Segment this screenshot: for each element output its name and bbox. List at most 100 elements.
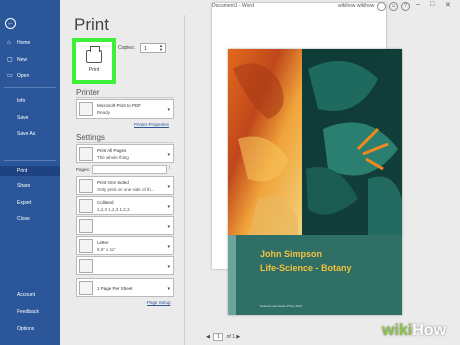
- orientation-icon: [79, 219, 93, 233]
- pages-per-sheet-dropdown[interactable]: 1 Page Per Sheet ▾: [76, 278, 174, 297]
- paper-size-icon: [79, 239, 93, 253]
- pages-input[interactable]: [92, 165, 167, 174]
- collated-icon: [79, 199, 93, 213]
- backstage-sidebar: ← ⌂ Home ▢ New ▭ Open Info Save Save As …: [0, 0, 60, 345]
- printer-dropdown[interactable]: Microsoft Print to PDF Ready ▾: [76, 99, 174, 119]
- paper-size-dropdown[interactable]: Letter 8.5" x 11" ▾: [76, 236, 174, 255]
- maximize-button[interactable]: □: [430, 1, 434, 8]
- watermark-how: How: [412, 322, 447, 339]
- sidebar-item-label: Save As: [17, 131, 36, 137]
- setting-title: Print One Sided: [97, 180, 129, 185]
- page-total: of 1: [226, 334, 235, 340]
- print-button[interactable]: Print: [72, 38, 116, 84]
- sidebar-item-label: Info: [17, 98, 26, 104]
- open-folder-icon: ▭: [7, 73, 13, 79]
- sidebar-item-label: Share: [17, 183, 31, 189]
- pane-divider: [184, 15, 185, 345]
- close-window-button[interactable]: ✕: [445, 1, 451, 9]
- sidebar-item-label: Print: [17, 168, 28, 174]
- accent-strip: [228, 235, 236, 315]
- avatar[interactable]: [377, 2, 386, 11]
- chevron-down-icon: ▾: [167, 224, 170, 230]
- cover-band: [228, 235, 402, 315]
- next-page-icon[interactable]: ▶: [236, 334, 240, 340]
- sidebar-item-label: Save: [17, 115, 29, 121]
- margins-dropdown[interactable]: ▾: [76, 256, 174, 275]
- chevron-down-icon: ▾: [167, 264, 170, 270]
- setting-subtitle: 1,2,3 1,2,3 1,2,3: [97, 207, 130, 212]
- page-title: Print: [74, 15, 109, 34]
- sidebar-item-save-as[interactable]: Save As: [0, 129, 60, 139]
- page-navigator: ◀ 1 of 1 ▶: [206, 333, 240, 341]
- sidebar-item-account[interactable]: Account: [0, 290, 60, 300]
- sidebar-item-label: Close: [17, 216, 30, 222]
- chevron-down-icon: ▾: [167, 152, 170, 158]
- previous-page-icon[interactable]: ◀: [206, 334, 210, 340]
- sidebar-item-home[interactable]: ⌂ Home: [0, 38, 60, 48]
- setting-subtitle: Only print on one side of th...: [97, 187, 155, 192]
- sidebar-item-label: Options: [17, 326, 35, 332]
- setting-title: 1 Page Per Sheet: [97, 286, 133, 291]
- info-icon[interactable]: i: [169, 165, 170, 171]
- setting-subtitle: 8.5" x 11": [97, 247, 116, 252]
- printer-heading: Printer: [76, 88, 100, 97]
- sidebar-item-info[interactable]: Info: [0, 96, 60, 106]
- page-setup-link[interactable]: Page Setup: [147, 300, 171, 305]
- sidebar-item-print[interactable]: Print: [0, 166, 60, 176]
- sidebar-item-label: Account: [17, 292, 36, 298]
- sidebar-item-export[interactable]: Export: [0, 198, 60, 208]
- sidebar-item-open[interactable]: ▭ Open: [0, 71, 60, 81]
- help-icon[interactable]: ?: [401, 2, 410, 11]
- home-icon: ⌂: [7, 40, 11, 46]
- printer-name: Microsoft Print to PDF: [97, 103, 142, 108]
- preview-small-text: Natural Leaf Flower Photo 2021: [260, 304, 303, 308]
- print-preview-page: John Simpson Life-Science - Botany Natur…: [228, 49, 402, 315]
- sidebar-item-label: New: [17, 57, 28, 63]
- printer-icon: [86, 46, 102, 63]
- preview-subject: Life-Science - Botany: [260, 263, 352, 273]
- sidebar-item-new[interactable]: ▢ New: [0, 55, 60, 65]
- printer-small-icon: [79, 102, 93, 116]
- title-bar: Document1 - Word wikihow wikihow ☺ ? – □…: [0, 0, 460, 269]
- pages-icon: [79, 147, 93, 161]
- back-arrow-icon[interactable]: ←: [5, 18, 16, 29]
- setting-title: Collated: [97, 200, 114, 205]
- print-range-dropdown[interactable]: Print All Pages The whole thing ▾: [76, 144, 174, 163]
- chevron-down-icon: ▾: [167, 244, 170, 250]
- minimize-button[interactable]: –: [416, 1, 420, 8]
- watermark: wikiHow: [382, 322, 446, 340]
- cover-photo: [228, 49, 402, 235]
- sidebar-item-feedback[interactable]: Feedback: [0, 307, 60, 317]
- spinner-arrows-icon[interactable]: ▲ ▼: [159, 44, 163, 52]
- margins-icon: [79, 259, 93, 273]
- divider: [4, 87, 56, 88]
- copies-stepper[interactable]: 1 ▲ ▼: [140, 43, 166, 53]
- copies-label: Copies:: [118, 45, 135, 51]
- chevron-down-icon: ▾: [167, 286, 170, 292]
- divider: [76, 142, 174, 143]
- copies-value: 1: [144, 46, 147, 52]
- setting-title: Letter: [97, 240, 109, 245]
- user-name[interactable]: wikihow wikihow: [338, 3, 374, 9]
- print-button-label: Print: [88, 67, 100, 73]
- one-sided-icon: [79, 179, 93, 193]
- chevron-down-icon: ▾: [167, 107, 170, 113]
- collation-dropdown[interactable]: Collated 1,2,3 1,2,3 1,2,3 ▾: [76, 196, 174, 215]
- chevron-down-icon: ▾: [167, 184, 170, 190]
- sides-dropdown[interactable]: Print One Sided Only print on one side o…: [76, 176, 174, 195]
- sidebar-item-save[interactable]: Save: [0, 113, 60, 123]
- new-document-icon: ▢: [7, 57, 13, 63]
- current-page-input[interactable]: 1: [213, 333, 224, 341]
- orientation-dropdown[interactable]: ▾: [76, 216, 174, 235]
- chevron-down-icon: ▾: [167, 204, 170, 210]
- sidebar-item-options[interactable]: Options: [0, 324, 60, 334]
- sidebar-item-share[interactable]: Share: [0, 181, 60, 191]
- sidebar-item-label: Export: [17, 200, 32, 206]
- pages-label: Pages:: [76, 167, 91, 172]
- sidebar-item-close[interactable]: Close: [0, 214, 60, 224]
- sidebar-item-label: Open: [17, 73, 30, 79]
- smiley-icon[interactable]: ☺: [389, 2, 398, 11]
- preview-name: John Simpson: [260, 249, 323, 259]
- printer-status: Ready: [97, 110, 111, 115]
- printer-properties-link[interactable]: Printer Properties: [134, 122, 169, 127]
